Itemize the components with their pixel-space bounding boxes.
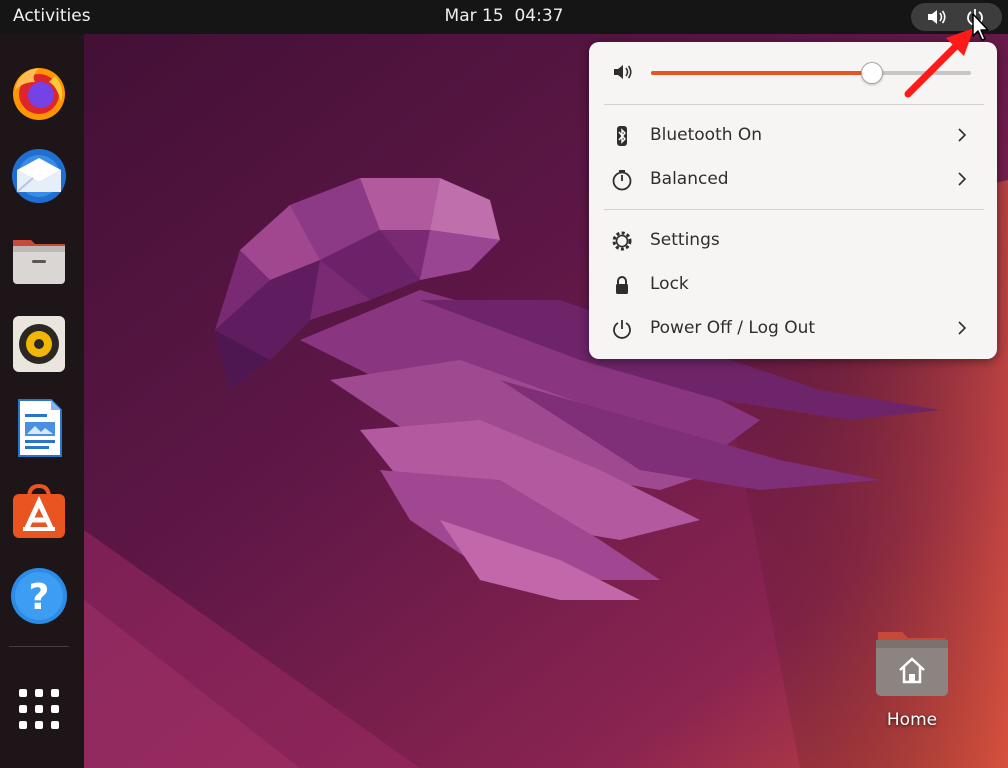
dock: ?: [0, 34, 84, 768]
clock-button[interactable]: Mar 15 04:37: [445, 6, 564, 26]
clock-time: 04:37: [514, 6, 564, 26]
lock-label: Lock: [650, 274, 689, 294]
speaker-icon[interactable]: [613, 64, 633, 80]
bluetooth-item[interactable]: Bluetooth On: [599, 115, 987, 155]
files-icon[interactable]: [9, 230, 69, 290]
thunderbird-icon[interactable]: [9, 146, 69, 206]
bluetooth-icon: [617, 126, 627, 146]
chevron-right-icon: [958, 321, 967, 335]
power-icon: [613, 320, 631, 339]
rhythmbox-icon[interactable]: [9, 314, 69, 374]
menu-separator: [604, 209, 984, 210]
settings-label: Settings: [650, 230, 720, 250]
volume-knob[interactable]: [861, 62, 883, 84]
menu-separator: [604, 104, 984, 105]
svg-text:?: ?: [29, 577, 50, 618]
power-off-label: Power Off / Log Out: [650, 318, 816, 338]
gear-icon: [612, 231, 632, 251]
lock-icon: [616, 276, 628, 294]
lock-item[interactable]: Lock: [599, 264, 987, 304]
desktop-screen: Activities Mar 15 04:37 ? Home Bluetooth…: [0, 0, 1008, 768]
volume-fill: [651, 71, 872, 75]
firefox-icon[interactable]: [9, 62, 69, 122]
power-profile-label: Balanced: [650, 169, 729, 189]
software-icon[interactable]: [9, 482, 69, 542]
help-icon[interactable]: ?: [9, 566, 69, 626]
chevron-right-icon: [958, 128, 967, 142]
home-folder-icon: [876, 632, 948, 696]
clock-date: Mar 15: [444, 6, 504, 26]
mouse-pointer-icon: [972, 13, 989, 41]
clock: Mar 15 04:37: [0, 6, 1008, 26]
dock-separator: [9, 646, 69, 647]
power-profile-icon: [612, 170, 632, 191]
activities-button[interactable]: Activities: [13, 6, 91, 26]
annotation-arrow-icon: [904, 28, 974, 98]
bluetooth-label: Bluetooth On: [650, 125, 763, 145]
home-label: Home: [886, 710, 938, 730]
desktop-home-folder[interactable]: Home: [866, 626, 958, 738]
chevron-right-icon: [958, 172, 967, 186]
top-bar: Activities Mar 15 04:37: [0, 0, 1008, 34]
writer-icon[interactable]: [9, 398, 69, 458]
settings-item[interactable]: Settings: [599, 220, 987, 260]
power-profile-item[interactable]: Balanced: [599, 159, 987, 199]
app-grid-icon[interactable]: [14, 684, 64, 734]
power-off-item[interactable]: Power Off / Log Out: [599, 308, 987, 348]
